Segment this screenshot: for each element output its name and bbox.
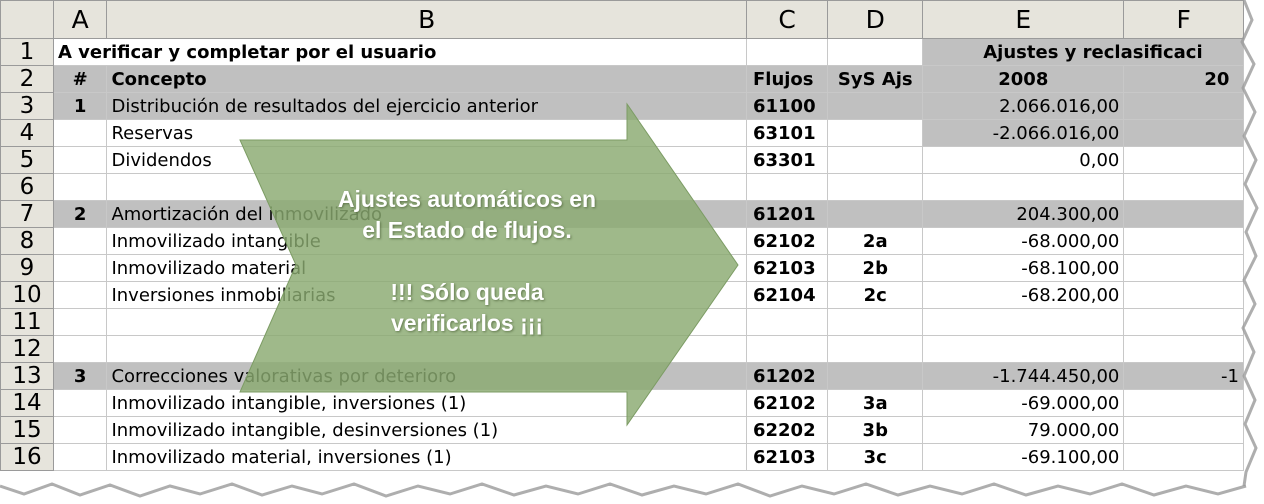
torn-edge-bottom [0,482,1247,498]
torn-edge-shadow [0,0,1259,498]
torn-edge-right [1240,0,1259,487]
